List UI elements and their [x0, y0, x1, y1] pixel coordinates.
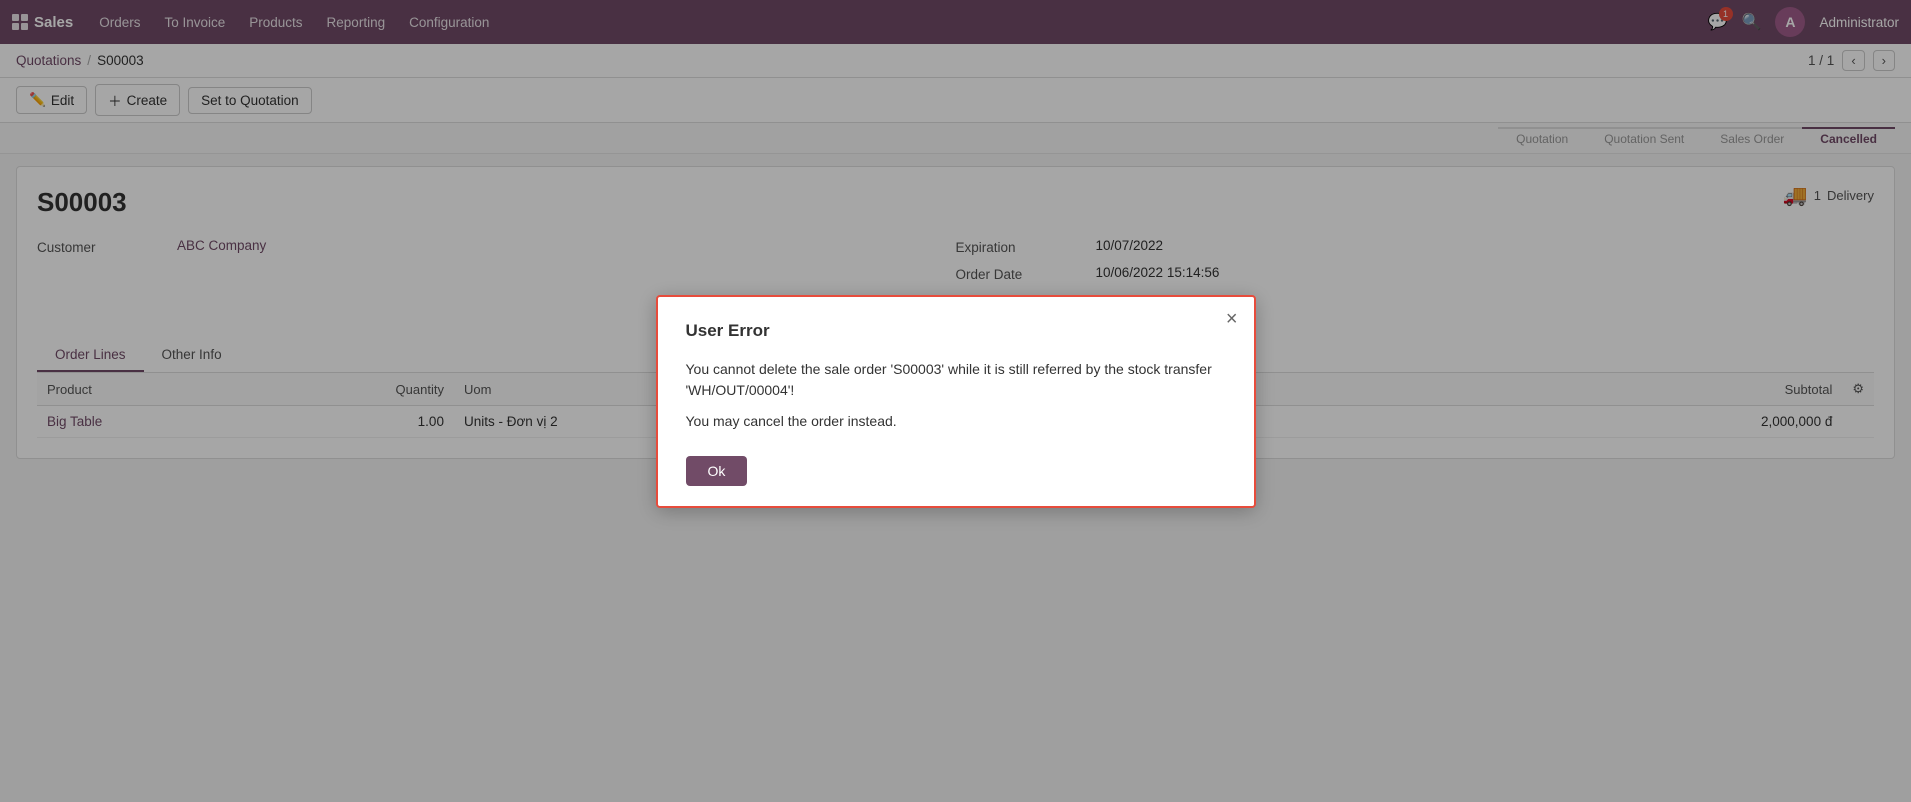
- ok-button[interactable]: Ok: [686, 456, 748, 486]
- user-error-modal: User Error × You cannot delete the sale …: [656, 295, 1256, 508]
- modal-body: You cannot delete the sale order 'S00003…: [686, 359, 1226, 432]
- modal-title: User Error: [686, 321, 1226, 341]
- modal-message-2: You may cancel the order instead.: [686, 411, 1226, 432]
- modal-message-1: You cannot delete the sale order 'S00003…: [686, 359, 1226, 401]
- modal-overlay: User Error × You cannot delete the sale …: [0, 0, 1911, 802]
- modal-close-button[interactable]: ×: [1226, 309, 1238, 329]
- modal-footer: Ok: [686, 456, 1226, 486]
